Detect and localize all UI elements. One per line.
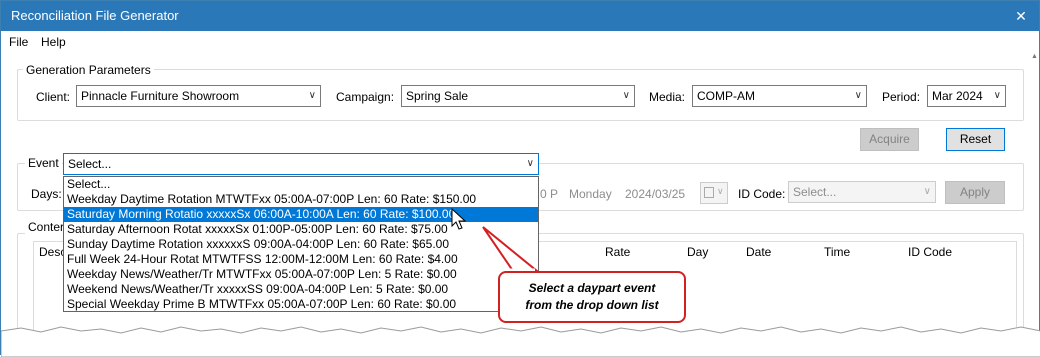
- client-select[interactable]: Pinnacle Furniture Showroom ∨: [76, 85, 321, 107]
- campaign-label: Campaign:: [336, 90, 395, 104]
- media-label: Media:: [649, 90, 686, 104]
- close-icon[interactable]: ✕: [1009, 4, 1033, 28]
- chevron-down-icon: ∨: [923, 186, 931, 197]
- event-legend: Event: [25, 156, 62, 170]
- column-header-id-code[interactable]: ID Code: [908, 245, 952, 259]
- chevron-down-icon: ∨: [526, 158, 534, 169]
- media-select[interactable]: COMP-AM ∨: [692, 85, 867, 107]
- apply-button[interactable]: Apply: [945, 181, 1005, 204]
- event-value: Select...: [68, 157, 112, 171]
- menu-file[interactable]: File: [9, 35, 28, 49]
- time-fragment: 0 P: [540, 187, 559, 201]
- column-header-day[interactable]: Day: [687, 245, 708, 259]
- date-picker-button[interactable]: ∨: [700, 182, 728, 204]
- event-dropdown-list[interactable]: Select... Weekday Daytime Rotation MTWTF…: [63, 176, 539, 312]
- column-header-rate[interactable]: Rate: [605, 245, 630, 259]
- media-value: COMP-AM: [697, 89, 755, 103]
- list-item[interactable]: Weekday News/Weather/Tr MTWTFxx 05:00A-0…: [64, 267, 538, 282]
- column-header-date[interactable]: Date: [746, 245, 771, 259]
- scroll-up-icon[interactable]: ▲: [1031, 53, 1038, 60]
- list-item[interactable]: Sunday Daytime Rotation xxxxxxS 09:00A-0…: [64, 237, 538, 252]
- id-code-label: ID Code:: [738, 187, 786, 201]
- reset-button[interactable]: Reset: [946, 128, 1005, 151]
- acquire-button[interactable]: Acquire: [860, 128, 919, 151]
- list-item[interactable]: Full Week 24-Hour Rotat MTWTFSS 12:00M-1…: [64, 252, 538, 267]
- campaign-select[interactable]: Spring Sale ∨: [401, 85, 635, 107]
- list-item[interactable]: Select...: [64, 177, 538, 192]
- menu-help[interactable]: Help: [41, 35, 66, 49]
- event-select[interactable]: Select... ∨: [63, 153, 539, 175]
- date-value: 2024/03/25: [625, 187, 686, 201]
- campaign-value: Spring Sale: [406, 89, 469, 103]
- days-label: Days:: [31, 187, 62, 201]
- list-item[interactable]: Weekday Daytime Rotation MTWTFxx 05:00A-…: [64, 192, 538, 207]
- callout-line-2: from the drop down list: [525, 298, 659, 312]
- app-window: Reconciliation File Generator ✕ File Hel…: [0, 0, 1040, 357]
- callout-pointer: [482, 226, 540, 272]
- period-label: Period:: [882, 90, 921, 104]
- torn-edge: [1, 326, 1040, 357]
- callout-line-1: Select a daypart event: [528, 281, 656, 295]
- chevron-down-icon: ∨: [308, 90, 316, 101]
- menu-bar: File Help: [1, 32, 1039, 52]
- id-code-select[interactable]: Select... ∨: [788, 181, 936, 203]
- instruction-callout: Select a daypart event from the drop dow…: [498, 271, 686, 323]
- period-select[interactable]: Mar 2024 ∨: [927, 85, 1006, 107]
- window-title: Reconciliation File Generator: [11, 8, 179, 23]
- chevron-down-icon: ∨: [717, 186, 724, 196]
- day-name: Monday: [569, 187, 612, 201]
- generation-parameters-legend: Generation Parameters: [23, 63, 154, 77]
- title-bar[interactable]: Reconciliation File Generator ✕: [1, 1, 1039, 31]
- period-value: Mar 2024: [932, 89, 983, 103]
- client-label: Client:: [36, 90, 71, 104]
- client-value: Pinnacle Furniture Showroom: [81, 89, 240, 103]
- list-item[interactable]: Special Weekday Prime B MTWTFxx 05:00A-0…: [64, 297, 538, 312]
- column-header-time[interactable]: Time: [824, 245, 850, 259]
- id-code-value: Select...: [793, 185, 837, 199]
- calendar-icon: [704, 187, 714, 198]
- content-legend: Conter: [25, 220, 68, 234]
- chevron-down-icon: ∨: [854, 90, 862, 101]
- chevron-down-icon: ∨: [993, 90, 1001, 101]
- list-item[interactable]: Weekend News/Weather/Tr xxxxxSS 09:00A-0…: [64, 282, 538, 297]
- chevron-down-icon: ∨: [622, 90, 630, 101]
- mouse-pointer-icon: [451, 208, 467, 230]
- scrollbar[interactable]: ▲: [1031, 53, 1039, 343]
